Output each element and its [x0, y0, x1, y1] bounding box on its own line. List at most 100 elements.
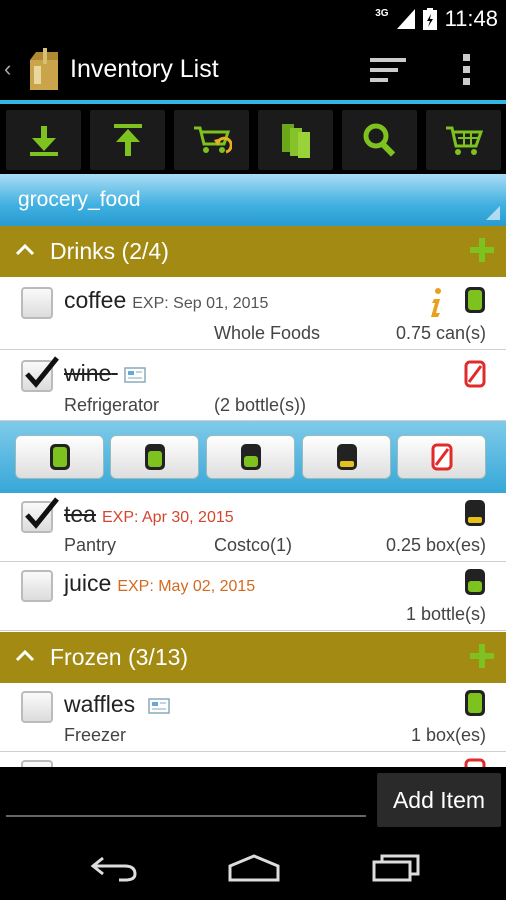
item-checkbox[interactable]	[21, 760, 53, 767]
group-header-drinks[interactable]: Drinks (2/4)	[0, 226, 506, 277]
stock-none-icon[interactable]	[464, 360, 486, 388]
quick-level-bar	[0, 421, 506, 493]
stock-half-icon[interactable]	[464, 568, 486, 596]
expiry-date: EXP: Sep 01, 2015	[132, 295, 269, 312]
item-name-line: coffee EXP: Sep 01, 2015	[64, 287, 268, 314]
list-item[interactable]	[0, 752, 506, 767]
home-icon	[228, 854, 280, 882]
app-icon[interactable]	[24, 46, 64, 92]
item-checkbox[interactable]	[21, 497, 59, 533]
level-none-icon	[431, 443, 452, 471]
add-icon[interactable]	[468, 236, 496, 264]
group-title: Frozen (3/13)	[50, 644, 189, 670]
item-name: wine	[64, 360, 112, 386]
status-bar: 3G 11:48	[0, 0, 506, 38]
dropdown-corner-icon	[486, 206, 500, 220]
level-full-icon	[49, 444, 70, 470]
level-none-button[interactable]	[397, 435, 486, 479]
item-checkbox[interactable]	[21, 691, 53, 723]
list-item[interactable]: coffee EXP: Sep 01, 2015 Whole Foods 0.75…	[0, 277, 506, 350]
item-quantity: 1 box(es)	[410, 725, 486, 745]
item-checkbox[interactable]	[21, 570, 53, 602]
inventory-list[interactable]: Drinks (2/4) coffee EXP: Sep 01, 2015 Who…	[0, 226, 506, 767]
item-quantity: (2 bottle(s))	[214, 395, 307, 415]
toolbar	[0, 104, 506, 174]
expiry-date: EXP: May 02, 2015	[117, 578, 256, 595]
item-name: juice	[64, 570, 112, 596]
stock-full-icon[interactable]	[464, 689, 486, 717]
clock: 11:48	[444, 6, 498, 31]
group-header-frozen[interactable]: Frozen (3/13)	[0, 632, 506, 683]
item-checkbox[interactable]	[21, 356, 59, 392]
item-checkbox[interactable]	[21, 287, 53, 319]
item-store: Costco(1)	[214, 535, 293, 555]
item-name: coffee	[64, 287, 127, 313]
stock-low-icon[interactable]	[464, 499, 486, 527]
recents-icon	[372, 854, 420, 882]
back-button[interactable]	[84, 847, 144, 887]
list-item[interactable]: juice EXP: May 02, 2015 1 bottle(s)	[0, 562, 506, 631]
item-location: Freezer	[64, 725, 127, 745]
add-item-bar: Add Item	[0, 767, 506, 833]
signal-icon	[396, 9, 415, 29]
overflow-menu-icon[interactable]	[452, 52, 482, 88]
add-icon[interactable]	[468, 642, 496, 670]
item-name-line: tea EXP: Apr 30, 2015	[64, 501, 234, 528]
cart-sync-button[interactable]	[174, 110, 249, 170]
search-icon	[363, 123, 395, 157]
copy-icon	[281, 124, 310, 158]
copy-button[interactable]	[258, 110, 333, 170]
level-low-icon	[336, 444, 357, 470]
category-label: grocery_food	[18, 188, 141, 211]
level-three-quarter-button[interactable]	[110, 435, 199, 479]
level-half-icon	[240, 444, 261, 470]
network-type: 3G	[375, 7, 389, 19]
level-low-button[interactable]	[302, 435, 391, 479]
up-caret-icon[interactable]: ‹	[4, 56, 11, 82]
cart-icon	[445, 126, 483, 155]
item-quantity: 0.75 can(s)	[395, 323, 486, 343]
input-underline	[6, 815, 366, 817]
item-quantity: 0.25 box(es)	[385, 535, 486, 555]
item-name-line: wine	[64, 360, 146, 387]
note-icon[interactable]	[147, 698, 170, 714]
import-button[interactable]	[6, 110, 81, 170]
item-store: Whole Foods	[214, 323, 321, 343]
add-item-button[interactable]: Add Item	[377, 773, 501, 827]
list-item[interactable]: wine Refrigerator (2 bottle(s))	[0, 350, 506, 421]
cart-sync-icon	[193, 126, 232, 154]
export-button[interactable]	[90, 110, 165, 170]
item-location: Refrigerator	[64, 395, 160, 415]
export-up-icon	[113, 124, 142, 156]
back-icon	[90, 856, 137, 882]
new-item-input[interactable]	[8, 781, 364, 813]
item-quantity: 1 bottle(s)	[405, 604, 486, 624]
expiry-date: EXP: Apr 30, 2015	[101, 509, 234, 526]
category-spinner[interactable]: grocery_food	[0, 174, 506, 226]
list-item[interactable]: waffles Freezer 1 box(es)	[0, 683, 506, 752]
stock-none-icon[interactable]	[464, 758, 486, 767]
list-item[interactable]: tea EXP: Apr 30, 2015 Pantry Costco(1) 0.…	[0, 493, 506, 562]
item-name: tea	[64, 501, 96, 527]
sort-icon[interactable]	[368, 54, 408, 86]
page-title: Inventory List	[70, 55, 219, 83]
battery-icon	[422, 8, 437, 30]
recents-button[interactable]	[366, 847, 426, 887]
shopping-cart-button[interactable]	[426, 110, 501, 170]
home-button[interactable]	[224, 847, 284, 887]
chevron-up-icon	[15, 649, 35, 662]
checkmark-icon	[25, 356, 59, 388]
import-down-icon	[29, 126, 58, 156]
search-button[interactable]	[342, 110, 417, 170]
group-title: Drinks (2/4)	[50, 238, 169, 264]
item-location: Pantry	[64, 535, 117, 555]
stock-full-icon[interactable]	[464, 286, 486, 314]
item-name: waffles	[64, 691, 136, 717]
note-icon[interactable]	[123, 367, 146, 383]
level-half-button[interactable]	[206, 435, 295, 479]
info-icon[interactable]	[428, 287, 444, 319]
item-name-line: waffles	[64, 691, 170, 718]
action-bar: ‹ Inventory List	[0, 38, 506, 102]
navigation-bar	[0, 833, 506, 900]
level-full-button[interactable]	[15, 435, 104, 479]
